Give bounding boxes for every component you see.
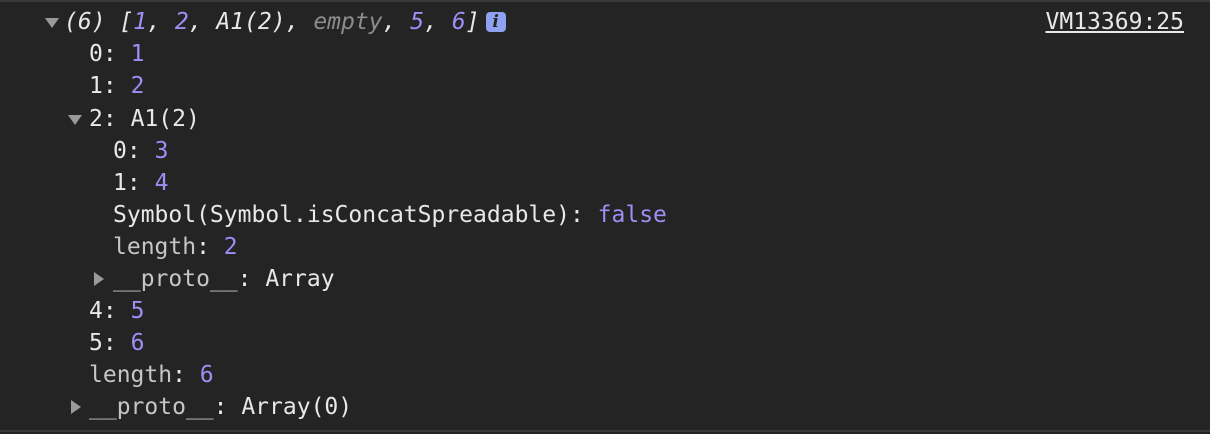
- property-row: length: 6: [89, 362, 214, 388]
- property-key: 0: [89, 41, 103, 67]
- property-value: 2: [130, 73, 145, 99]
- top-border: [0, 0, 1210, 2]
- property-row: 0: 1: [89, 41, 145, 67]
- property-value: 2: [223, 234, 238, 260]
- property-key: 5: [89, 330, 103, 356]
- property-value: A1(2): [130, 106, 200, 132]
- property-key: 0: [113, 138, 127, 164]
- array-summary-item: empty: [313, 9, 383, 35]
- property-key: length: [89, 362, 173, 388]
- property-row-expandable[interactable]: __proto__: Array: [113, 263, 335, 295]
- property-key: 2: [89, 106, 103, 132]
- array-summary[interactable]: (6) [1, 2, A1(2), empty, 5, 6] i: [64, 6, 506, 38]
- array-summary-item: 2: [174, 9, 189, 35]
- property-row: length: 2: [113, 234, 238, 260]
- array-summary-item: A1(2): [216, 9, 286, 35]
- property-value: 5: [130, 298, 145, 324]
- property-key: 1: [89, 73, 103, 99]
- property-value: Array: [265, 266, 335, 292]
- property-row: 0: 3: [113, 138, 169, 164]
- array-summary-item: 1: [133, 9, 148, 35]
- array-summary-suffix: ]: [465, 9, 480, 35]
- bottom-border: [0, 430, 1210, 432]
- property-key: 1: [113, 170, 127, 196]
- property-key: __proto__: [113, 266, 238, 292]
- expand-triangle-icon[interactable]: [71, 400, 81, 414]
- array-summary-item: 5: [410, 9, 425, 35]
- property-value: Array(0): [241, 394, 353, 420]
- array-summary-prefix: (6) [: [64, 9, 134, 35]
- property-value: 3: [154, 138, 169, 164]
- property-row-expandable[interactable]: __proto__: Array(0): [89, 391, 352, 423]
- collapse-triangle-icon[interactable]: [68, 115, 82, 125]
- expand-triangle-icon[interactable]: [94, 272, 104, 286]
- property-row: 1: 2: [89, 73, 145, 99]
- property-key: length: [113, 234, 197, 260]
- property-row: 4: 5: [89, 298, 145, 324]
- property-row: 5: 6: [89, 330, 145, 356]
- property-key: Symbol(Symbol.isConcatSpreadable): [113, 202, 570, 228]
- property-value: 6: [199, 362, 214, 388]
- source-link[interactable]: VM13369:25: [1046, 6, 1184, 38]
- property-row-expandable[interactable]: 2: A1(2): [89, 103, 200, 135]
- property-value: 1: [130, 41, 145, 67]
- property-value: 4: [154, 170, 169, 196]
- property-row: Symbol(Symbol.isConcatSpreadable): false: [113, 202, 667, 228]
- property-row: 1: 4: [113, 170, 169, 196]
- property-key: 4: [89, 298, 103, 324]
- property-key: __proto__: [89, 394, 214, 420]
- property-value: 6: [130, 330, 145, 356]
- property-value: false: [597, 202, 667, 228]
- array-summary-item: 6: [451, 9, 466, 35]
- collapse-triangle-icon[interactable]: [45, 18, 59, 28]
- info-icon[interactable]: i: [485, 12, 506, 32]
